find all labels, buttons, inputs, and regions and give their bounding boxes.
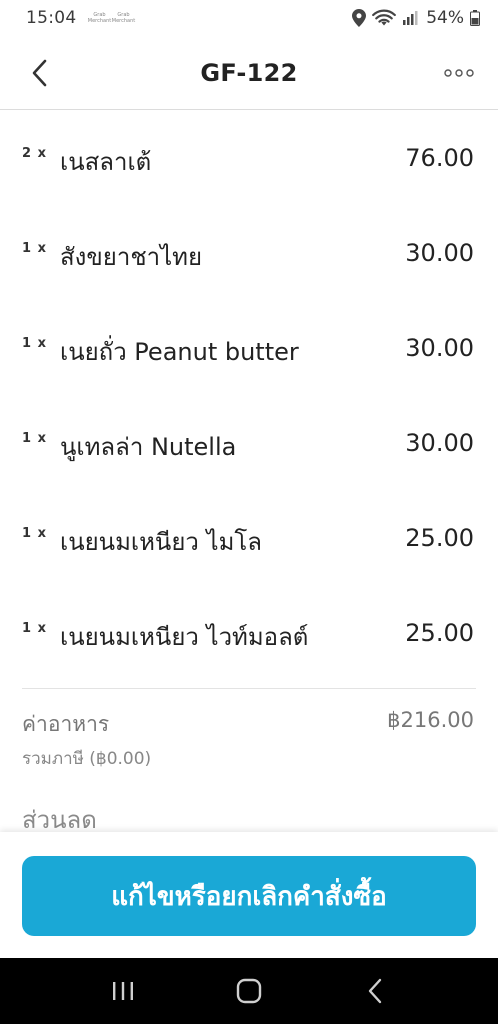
item-name: เนสลาเต้ [60,148,152,176]
item-price: 30.00 [405,429,474,457]
item-quantity: 1 x [22,431,47,446]
item-quantity: 1 x [22,336,47,351]
location-icon [352,9,367,27]
order-item: 1 x เนยนมเหนียว ไวท์มอลต์ 25.00 [0,585,498,680]
signal-icon [403,11,418,25]
item-quantity: 1 x [22,526,47,541]
battery-icon [470,10,480,26]
system-back-button[interactable] [355,971,395,1011]
order-item: 1 x สังขยาชาไทย 30.00 [0,205,498,300]
notification-icon: Grab Merchant [87,12,112,24]
screen: 15:04 Grab Merchant Grab Merchant 54% GF… [0,0,498,1024]
item-name: เนยนมเหนียว ไวท์มอลต์ [60,623,309,651]
back-button[interactable] [22,56,56,90]
notification-icon: Grab Merchant [111,12,136,24]
item-name: เนยถั่ว Peanut butter [60,338,299,366]
home-icon [236,978,262,1004]
page-title: GF-122 [200,58,298,87]
recent-apps-icon [113,982,133,1000]
chevron-left-icon [32,59,47,87]
back-arrow-icon [368,978,382,1004]
battery-level: 54% [426,8,464,28]
divider [22,688,476,689]
item-quantity: 2 x [22,146,47,161]
more-options-button[interactable] [442,58,476,88]
order-item: 1 x เนยถั่ว Peanut butter 30.00 [0,300,498,395]
edit-or-cancel-order-button[interactable]: แก้ไขหรือยกเลิกคำสั่งซื้อ [22,856,476,936]
food-subtotal: ค่าอาหาร ฿216.00 รวมภาษี (฿0.00) [22,708,474,772]
item-price: 76.00 [405,144,474,172]
more-dots-icon [444,69,474,77]
item-price: 30.00 [405,239,474,267]
order-item: 1 x เนยนมเหนียว ไมโล 25.00 [0,490,498,585]
item-price: 25.00 [405,524,474,552]
order-item: 1 x นูเทลล่า Nutella 30.00 [0,395,498,490]
status-bar: 15:04 Grab Merchant Grab Merchant 54% [0,0,498,36]
tax-note: รวมภาษี (฿0.00) [22,749,152,769]
item-name: สังขยาชาไทย [60,243,203,271]
item-price: 30.00 [405,334,474,362]
item-quantity: 1 x [22,241,47,256]
food-cost-amount: ฿216.00 [387,708,474,732]
home-button[interactable] [229,971,269,1011]
recent-apps-button[interactable] [103,971,143,1011]
system-nav-bar [0,958,498,1024]
order-item: 2 x เนสลาเต้ 76.00 [0,110,498,205]
bottom-action-bar: แก้ไขหรือยกเลิกคำสั่งซื้อ [0,832,498,958]
item-price: 25.00 [405,619,474,647]
order-items-list: 2 x เนสลาเต้ 76.00 1 x สังขยาชาไทย 30.00… [0,110,498,680]
status-icons: 54% [352,8,480,28]
app-header: GF-122 [0,36,498,110]
item-name: นูเทลล่า Nutella [60,433,237,461]
wifi-icon [372,9,397,26]
item-name: เนยนมเหนียว ไมโล [60,528,262,556]
status-time: 15:04 [26,8,77,28]
item-quantity: 1 x [22,621,47,636]
